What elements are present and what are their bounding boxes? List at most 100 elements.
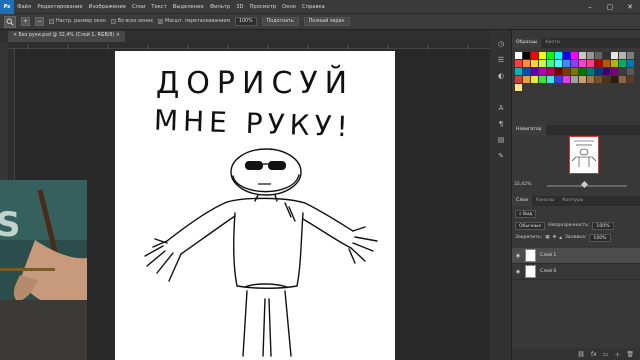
blend-mode-select[interactable]: Обычные bbox=[515, 221, 546, 230]
color-swatch[interactable] bbox=[603, 68, 610, 75]
color-swatch[interactable] bbox=[571, 52, 578, 59]
color-swatch[interactable] bbox=[579, 60, 586, 67]
color-swatch[interactable] bbox=[539, 60, 546, 67]
zoom-value-field[interactable]: 100% bbox=[234, 17, 257, 26]
menu-image[interactable]: Изображение bbox=[86, 4, 129, 10]
visibility-eye-icon[interactable]: ◉ bbox=[515, 269, 521, 275]
layer-name[interactable]: Слой 1 bbox=[540, 253, 556, 258]
color-swatch[interactable] bbox=[587, 76, 594, 83]
scrubby-zoom-option[interactable]: ✓ Масшт. перетаскиванием bbox=[157, 19, 230, 24]
color-swatch[interactable] bbox=[603, 76, 610, 83]
color-swatch[interactable] bbox=[603, 60, 610, 67]
color-swatch[interactable] bbox=[555, 52, 562, 59]
adjustments-icon[interactable]: ◐ bbox=[496, 72, 506, 80]
tab-brushes[interactable]: Кисти bbox=[541, 38, 563, 48]
color-swatch[interactable] bbox=[587, 52, 594, 59]
resize-windows-checkbox[interactable] bbox=[49, 19, 54, 24]
lock-pixels-icon[interactable]: ▦ bbox=[545, 235, 549, 240]
color-swatch[interactable] bbox=[563, 52, 570, 59]
color-swatch[interactable] bbox=[627, 52, 634, 59]
lock-all-icon[interactable]: 🔒︎ bbox=[559, 235, 561, 241]
tab-layers[interactable]: Слои bbox=[512, 196, 532, 206]
menu-file[interactable]: Файл bbox=[14, 4, 34, 10]
color-swatch[interactable] bbox=[523, 52, 530, 59]
menu-filter[interactable]: Фильтр bbox=[207, 4, 234, 10]
menu-view[interactable]: Просмотр bbox=[247, 4, 280, 10]
color-swatch[interactable] bbox=[619, 60, 626, 67]
color-swatch[interactable] bbox=[555, 60, 562, 67]
zoom-out-icon[interactable]: − bbox=[35, 17, 44, 26]
lock-move-icon[interactable]: ✥ bbox=[553, 235, 557, 240]
color-swatch[interactable] bbox=[531, 76, 538, 83]
color-swatch[interactable] bbox=[571, 60, 578, 67]
visibility-eye-icon[interactable]: ◉ bbox=[515, 253, 521, 259]
color-swatch[interactable] bbox=[523, 68, 530, 75]
document-canvas[interactable]: ДОРИСУЙ МНЕ РУКУ! bbox=[115, 51, 395, 360]
menu-window[interactable]: Окно bbox=[279, 4, 299, 10]
color-swatch[interactable] bbox=[619, 52, 626, 59]
color-swatch[interactable] bbox=[579, 52, 586, 59]
color-swatch[interactable] bbox=[571, 76, 578, 83]
layer-row[interactable]: ◉ Слой 1 bbox=[512, 248, 640, 264]
color-swatch[interactable] bbox=[547, 68, 554, 75]
zoom-in-icon[interactable]: + bbox=[21, 17, 30, 26]
color-swatch[interactable] bbox=[515, 60, 522, 67]
color-swatch[interactable] bbox=[539, 52, 546, 59]
menu-3d[interactable]: 3D bbox=[233, 4, 246, 10]
color-swatch[interactable] bbox=[523, 60, 530, 67]
paragraph-icon[interactable]: ¶ bbox=[496, 120, 506, 128]
color-swatch[interactable] bbox=[587, 60, 594, 67]
history-icon[interactable]: ◷ bbox=[496, 40, 506, 48]
opacity-field[interactable]: 100% bbox=[592, 221, 614, 230]
color-swatch[interactable] bbox=[627, 68, 634, 75]
color-swatch[interactable] bbox=[555, 76, 562, 83]
minimize-button[interactable]: – bbox=[580, 0, 600, 14]
document-tab[interactable]: × Без руки.psd @ 32,4% (Слой 1, RGB/8) × bbox=[8, 31, 125, 42]
color-swatch[interactable] bbox=[611, 76, 618, 83]
navigator-zoom-level[interactable]: 32,42% bbox=[514, 182, 532, 187]
menu-select[interactable]: Выделение bbox=[170, 4, 207, 10]
new-layer-icon[interactable]: ＋ bbox=[614, 350, 620, 359]
color-swatch[interactable] bbox=[539, 76, 546, 83]
character-icon[interactable]: A bbox=[496, 104, 506, 112]
color-swatch[interactable] bbox=[531, 68, 538, 75]
layer-row[interactable]: ◉ Слой 0 bbox=[512, 264, 640, 280]
color-swatch[interactable] bbox=[515, 52, 522, 59]
color-swatch[interactable] bbox=[595, 52, 602, 59]
menu-edit[interactable]: Редактирование bbox=[34, 4, 85, 10]
color-swatch[interactable] bbox=[587, 68, 594, 75]
all-windows-option[interactable]: Во всех окнах bbox=[110, 19, 153, 24]
color-swatch[interactable] bbox=[627, 60, 634, 67]
maximize-button[interactable]: ▢ bbox=[600, 0, 620, 14]
new-group-icon[interactable]: ▭ bbox=[603, 351, 609, 358]
color-swatch[interactable] bbox=[611, 68, 618, 75]
color-swatch[interactable] bbox=[571, 68, 578, 75]
tab-navigator[interactable]: Навигатор bbox=[512, 125, 546, 135]
navigator-preview[interactable] bbox=[569, 136, 599, 174]
layer-kind-filter[interactable]: ⌕ Вид bbox=[515, 209, 537, 218]
fill-screen-button[interactable]: Полный экран bbox=[303, 17, 350, 26]
close-button[interactable]: ✕ bbox=[620, 0, 640, 14]
tab-channels[interactable]: Каналы bbox=[532, 196, 558, 206]
color-swatch[interactable] bbox=[595, 76, 602, 83]
color-swatch[interactable] bbox=[523, 76, 530, 83]
color-swatch[interactable] bbox=[515, 68, 522, 75]
layer-style-icon[interactable]: fx bbox=[591, 351, 597, 358]
color-swatch[interactable] bbox=[611, 52, 618, 59]
color-swatch[interactable] bbox=[619, 68, 626, 75]
color-swatch[interactable] bbox=[515, 76, 522, 83]
color-swatch[interactable] bbox=[627, 76, 634, 83]
color-swatch[interactable] bbox=[611, 60, 618, 67]
brush-settings-icon[interactable]: ✎ bbox=[496, 152, 506, 160]
color-swatch[interactable] bbox=[619, 76, 626, 83]
color-swatch[interactable] bbox=[563, 60, 570, 67]
color-swatch[interactable] bbox=[579, 76, 586, 83]
layer-name[interactable]: Слой 0 bbox=[540, 269, 556, 274]
color-swatch[interactable] bbox=[547, 76, 554, 83]
color-swatch[interactable] bbox=[595, 68, 602, 75]
menu-type[interactable]: Текст bbox=[148, 4, 169, 10]
styles-icon[interactable]: ▤ bbox=[496, 136, 506, 144]
color-swatch[interactable] bbox=[547, 52, 554, 59]
color-swatch[interactable] bbox=[579, 68, 586, 75]
menu-layers[interactable]: Слои bbox=[129, 4, 148, 10]
